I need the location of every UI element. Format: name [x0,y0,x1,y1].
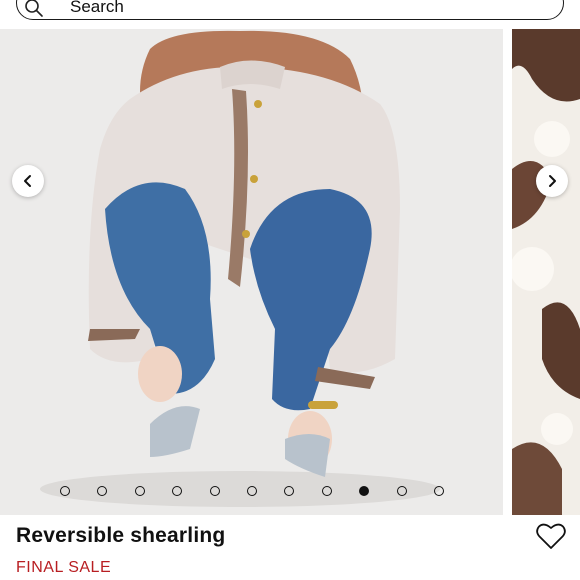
carousel-dot[interactable] [321,486,332,496]
carousel-dot[interactable] [172,486,183,496]
carousel-dot[interactable] [97,486,108,496]
model-photo [0,29,503,515]
carousel-pagination [60,484,444,498]
search-placeholder[interactable]: Search [70,0,124,17]
product-title: Reversible shearling [16,524,226,547]
fur-texture-photo [512,29,580,515]
final-sale-badge: FINAL SALE [16,559,112,576]
carousel-dot[interactable] [209,486,220,496]
chevron-left-icon [24,175,31,187]
carousel-dot[interactable] [396,486,407,496]
carousel-dot[interactable] [60,486,70,496]
carousel-dot[interactable] [134,486,145,496]
carousel-dot[interactable] [359,486,370,496]
product-image-carousel[interactable] [0,29,580,515]
heart-icon[interactable] [536,522,566,550]
carousel-dot[interactable] [433,486,444,496]
carousel-dot[interactable] [246,486,257,496]
carousel-next-button[interactable] [536,165,568,197]
search-icon [25,0,43,17]
product-photo-next [512,29,580,515]
carousel-prev-button[interactable] [12,165,44,197]
product-photo-main [0,29,503,515]
chevron-right-icon [549,175,556,187]
carousel-dot[interactable] [284,486,295,496]
